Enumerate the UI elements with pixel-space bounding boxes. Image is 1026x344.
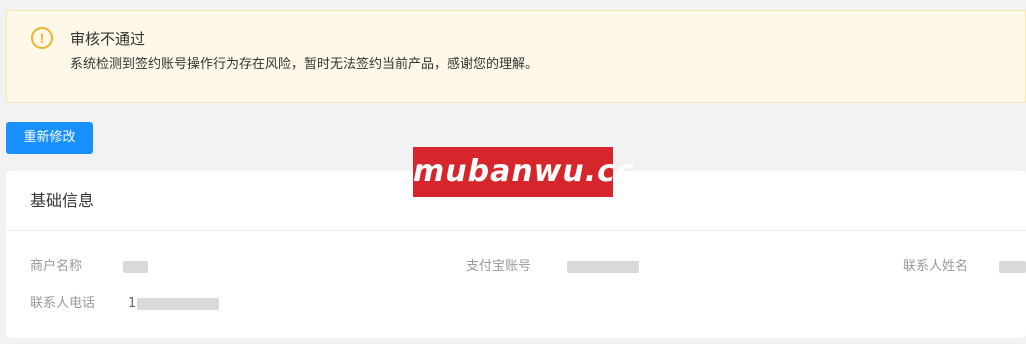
contact-name-value-redacted (999, 261, 1026, 273)
merchant-name-value-redacted (123, 261, 148, 273)
contact-name-label: 联系人姓名 (903, 259, 969, 274)
contact-phone-value-redacted (137, 298, 219, 310)
exclamation-circle-icon: ! (31, 27, 53, 49)
modify-again-button[interactable]: 重新修改 (6, 122, 93, 154)
alert-description: 系统检测到签约账号操作行为存在风险，暂时无法签约当前产品，感谢您的理解。 (70, 57, 539, 72)
card-title: 基础信息 (30, 191, 95, 210)
alipay-account-label: 支付宝账号 (466, 259, 532, 274)
merchant-name-label: 商户名称 (30, 259, 83, 274)
review-failed-alert: ! 审核不通过 系统检测到签约账号操作行为存在风险，暂时无法签约当前产品，感谢您… (6, 10, 1026, 103)
watermark-logo: mubanwu.cc (413, 147, 635, 197)
alipay-account-value-redacted (567, 261, 639, 273)
contact-phone-value: 1 (128, 296, 137, 311)
alert-title: 审核不通过 (70, 30, 146, 48)
contact-phone-label: 联系人电话 (30, 296, 96, 311)
watermark-text: mubanwu.cc (413, 154, 635, 189)
